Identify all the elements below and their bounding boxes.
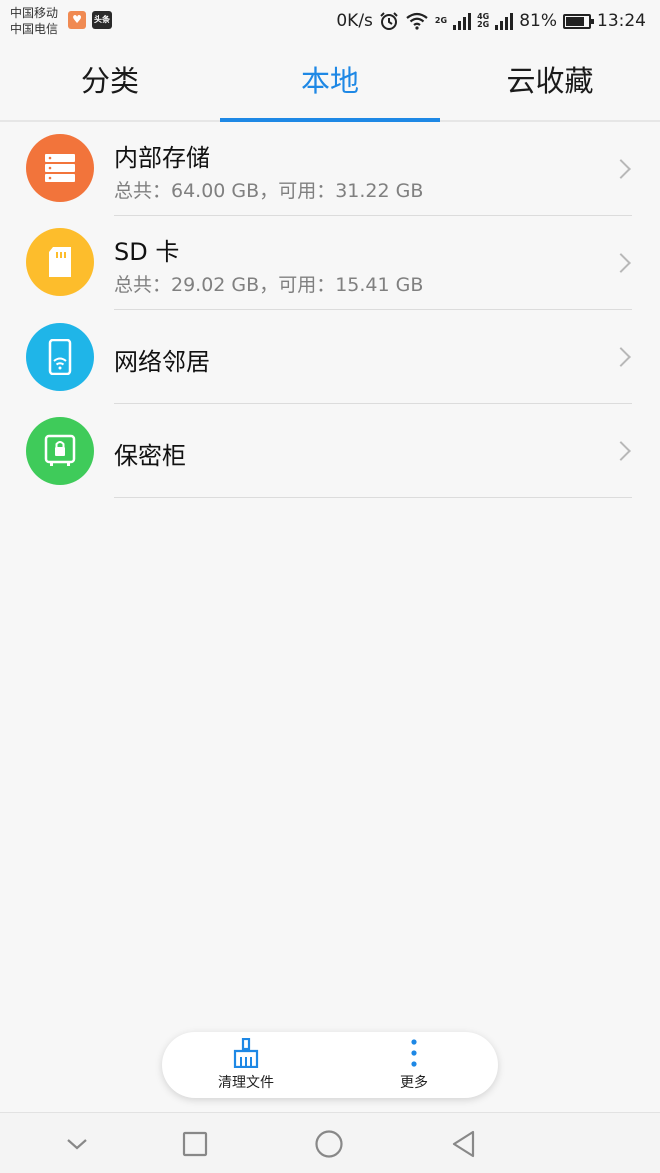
tab-cloud[interactable]: 云收藏 [440, 44, 660, 120]
list-item-safe[interactable]: 保密柜 [0, 404, 660, 498]
more-button[interactable]: 更多 [330, 1032, 498, 1098]
chevron-right-icon [611, 441, 631, 461]
tab-bar: 分类 本地 云收藏 [0, 44, 660, 122]
wifi-icon [406, 12, 428, 30]
safe-lock-icon [26, 417, 94, 485]
chevron-right-icon [611, 159, 631, 179]
system-nav-bar [0, 1112, 660, 1173]
sd-card-icon [26, 228, 94, 296]
clock: 13:24 [597, 11, 646, 31]
triangle-back-icon [452, 1130, 475, 1158]
network-phone-icon [26, 323, 94, 391]
list-item-network-neighborhood[interactable]: 网络邻居 [0, 310, 660, 404]
clean-files-label: 清理文件 [218, 1075, 274, 1091]
network-type-2g: 2G [434, 16, 448, 25]
carrier-1: 中国移动 [10, 6, 59, 20]
divider [114, 497, 632, 498]
carrier-info: 中国移动 中国电信 [10, 5, 58, 37]
storage-list: 内部存储 总共：64.00 GB，可用：31.22 GB SD 卡 总共：29.… [0, 122, 660, 498]
more-label: 更多 [400, 1075, 428, 1091]
list-item-sd-card[interactable]: SD 卡 总共：29.02 GB，可用：15.41 GB [0, 216, 660, 310]
chevron-right-icon [611, 253, 631, 273]
square-icon [182, 1131, 208, 1157]
sd-card-title: SD 卡 [114, 238, 180, 266]
news-notification-icon: 头条 [92, 11, 112, 29]
tab-local[interactable]: 本地 [220, 44, 440, 122]
chevron-right-icon [611, 347, 631, 367]
signal-bars-2-icon [495, 12, 514, 30]
sd-card-usage: 总共：29.02 GB，可用：15.41 GB [114, 274, 424, 296]
signal-bars-icon [453, 12, 472, 30]
carrier-2: 中国电信 [10, 22, 59, 36]
broom-icon [233, 1038, 259, 1068]
more-vertical-icon [411, 1039, 417, 1067]
tab-category[interactable]: 分类 [0, 44, 220, 120]
network-speed: 0K/s [336, 11, 373, 31]
status-bar: 中国移动 中国电信 ♥ 头条 0K/s 2G 4G 2G 81% 13:24 [0, 0, 660, 44]
list-item-internal-storage[interactable]: 内部存储 总共：64.00 GB，可用：31.22 GB [0, 122, 660, 216]
home-button[interactable] [314, 1129, 344, 1159]
battery-level [566, 16, 584, 26]
network-type-4g: 4G 2G [477, 12, 490, 29]
recents-button[interactable] [180, 1129, 210, 1159]
bottom-action-toolbar: 清理文件 更多 [162, 1032, 498, 1098]
collapse-nav-button[interactable] [62, 1129, 92, 1159]
circle-icon [315, 1130, 343, 1158]
heart-notification-icon: ♥ [68, 11, 86, 29]
alarm-icon [380, 12, 398, 30]
battery-icon [563, 13, 594, 29]
internal-storage-title: 内部存储 [114, 144, 210, 172]
battery-percentage: 81% [519, 11, 557, 31]
network-neighborhood-title: 网络邻居 [114, 348, 210, 376]
clean-files-button[interactable]: 清理文件 [162, 1032, 330, 1098]
back-button[interactable] [448, 1129, 478, 1159]
chevron-down-icon [67, 1139, 87, 1150]
status-indicators: 0K/s 2G 4G 2G 81% 13:24 [330, 9, 646, 33]
internal-storage-icon [26, 134, 94, 202]
safe-title: 保密柜 [114, 442, 186, 470]
internal-storage-usage: 总共：64.00 GB，可用：31.22 GB [114, 180, 424, 202]
